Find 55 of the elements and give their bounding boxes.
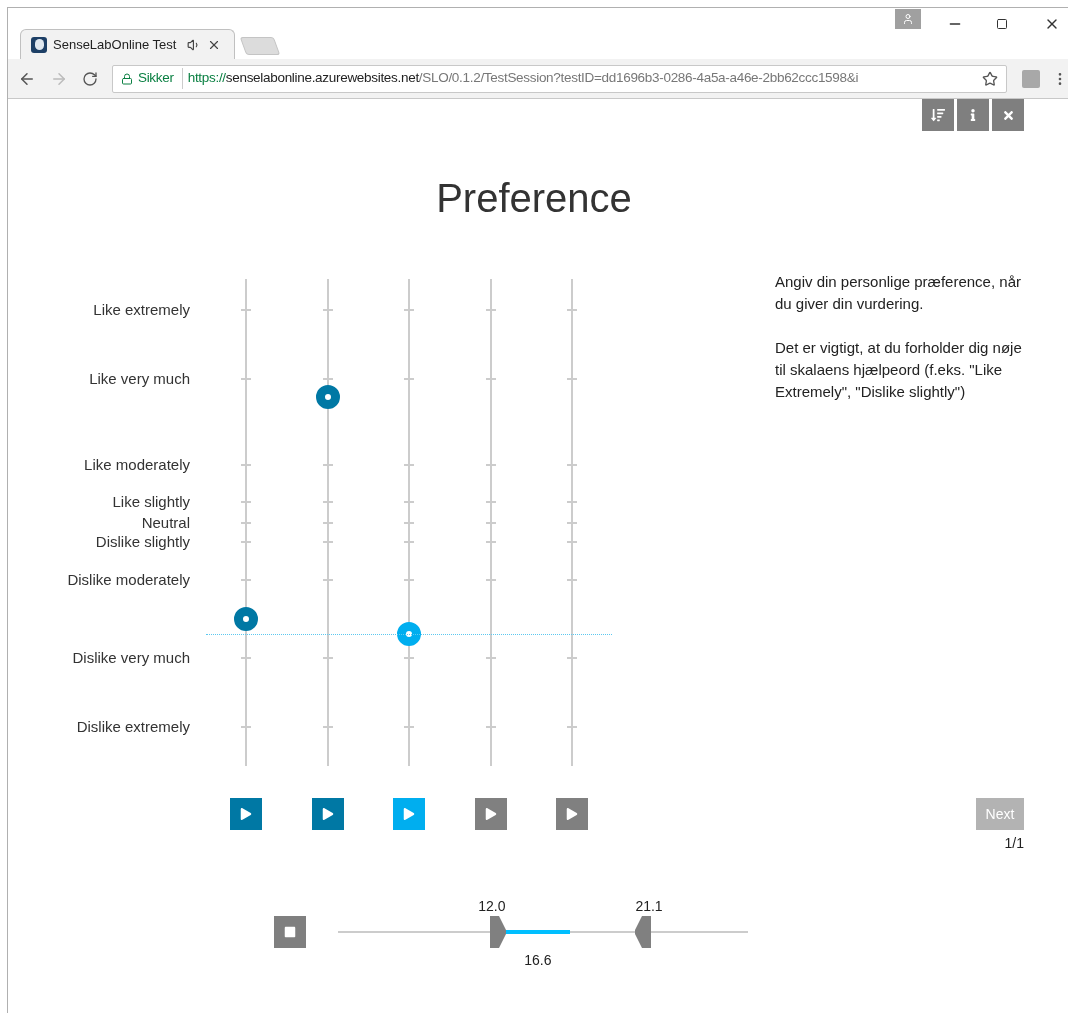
stop-button[interactable]: [274, 916, 306, 948]
play-button[interactable]: [474, 798, 507, 830]
playback-fill: [505, 930, 570, 934]
rating-marker[interactable]: [316, 384, 340, 409]
play-button[interactable]: [393, 798, 425, 830]
scale-label: Dislike very much: [72, 647, 190, 668]
scale-label: Dislike slightly: [95, 531, 190, 552]
favicon-icon: [31, 36, 47, 53]
url-text: https://senselabonline.azurewebsites.net/SLO/0.1.2/TestSession?testID=dd1696b3-0286-4a5a-a46e-2bb62ccc1598&i: [187, 69, 860, 88]
stop-icon: [284, 926, 296, 938]
end-time-label: 21.1: [635, 897, 663, 916]
profile-icon[interactable]: [895, 9, 921, 29]
bookmark-star-icon[interactable]: [982, 70, 999, 87]
play-button[interactable]: [311, 798, 344, 830]
browser-tab[interactable]: SenseLabOnline Test: [20, 29, 235, 59]
play-icon: [484, 808, 497, 820]
close-icon: [1001, 108, 1015, 122]
play-icon: [240, 808, 252, 820]
play-icon: [566, 808, 578, 820]
close-button[interactable]: [992, 99, 1024, 131]
scale-label: Like extremely: [93, 299, 190, 320]
address-bar[interactable]: Sikker https://senselabonline.azurewebsites.net/SLO/0.1.2/TestSession?testID=dd1696b3-0286-4a5a-a46e-2bb62ccc1598&i: [111, 64, 1008, 93]
sort-icon: [931, 108, 945, 122]
play-button[interactable]: [556, 798, 588, 830]
scale-label: Like moderately: [84, 454, 190, 475]
sort-button[interactable]: [922, 99, 954, 131]
rating-scale-track[interactable]: [234, 279, 258, 766]
page-counter: 1/1: [1004, 834, 1024, 853]
maximize-icon[interactable]: [996, 18, 1008, 30]
scale-label: Neutral: [141, 512, 190, 533]
start-time-label: 12.0: [478, 897, 506, 916]
start-handle[interactable]: [489, 916, 506, 948]
play-icon: [403, 808, 415, 820]
scale-label: Dislike moderately: [67, 569, 190, 590]
page-title: Preference: [435, 175, 633, 222]
rating-scale-track[interactable]: [316, 279, 340, 766]
play-icon: [321, 808, 334, 820]
next-button: Next: [976, 798, 1024, 830]
lock-icon: [120, 72, 133, 85]
position-time-label: 16.6: [524, 951, 552, 970]
instruction-text: Det er vigtigt, at du forholder dig nøje til skalaens hjælpeord (f.eks. "Like Extremely", "Dislike slightly"): [775, 338, 1023, 402]
info-button[interactable]: [957, 99, 989, 131]
rating-marker[interactable]: [397, 622, 421, 646]
instruction-text: Angiv din personlige præference, når du giver din vurdering.: [775, 272, 1022, 314]
range-slider-track[interactable]: [338, 916, 748, 948]
security-label: Sikker: [137, 68, 183, 89]
scale-label: Like very much: [89, 368, 190, 389]
tab-title: SenseLabOnline Test: [53, 35, 178, 54]
play-button[interactable]: [230, 798, 262, 830]
rating-marker[interactable]: [234, 606, 258, 631]
scale-label: Dislike extremely: [76, 716, 190, 737]
reload-icon[interactable]: [81, 70, 98, 87]
rating-scale-track[interactable]: [397, 279, 421, 766]
end-handle[interactable]: [635, 916, 652, 948]
scale-label: Like slightly: [112, 491, 190, 512]
